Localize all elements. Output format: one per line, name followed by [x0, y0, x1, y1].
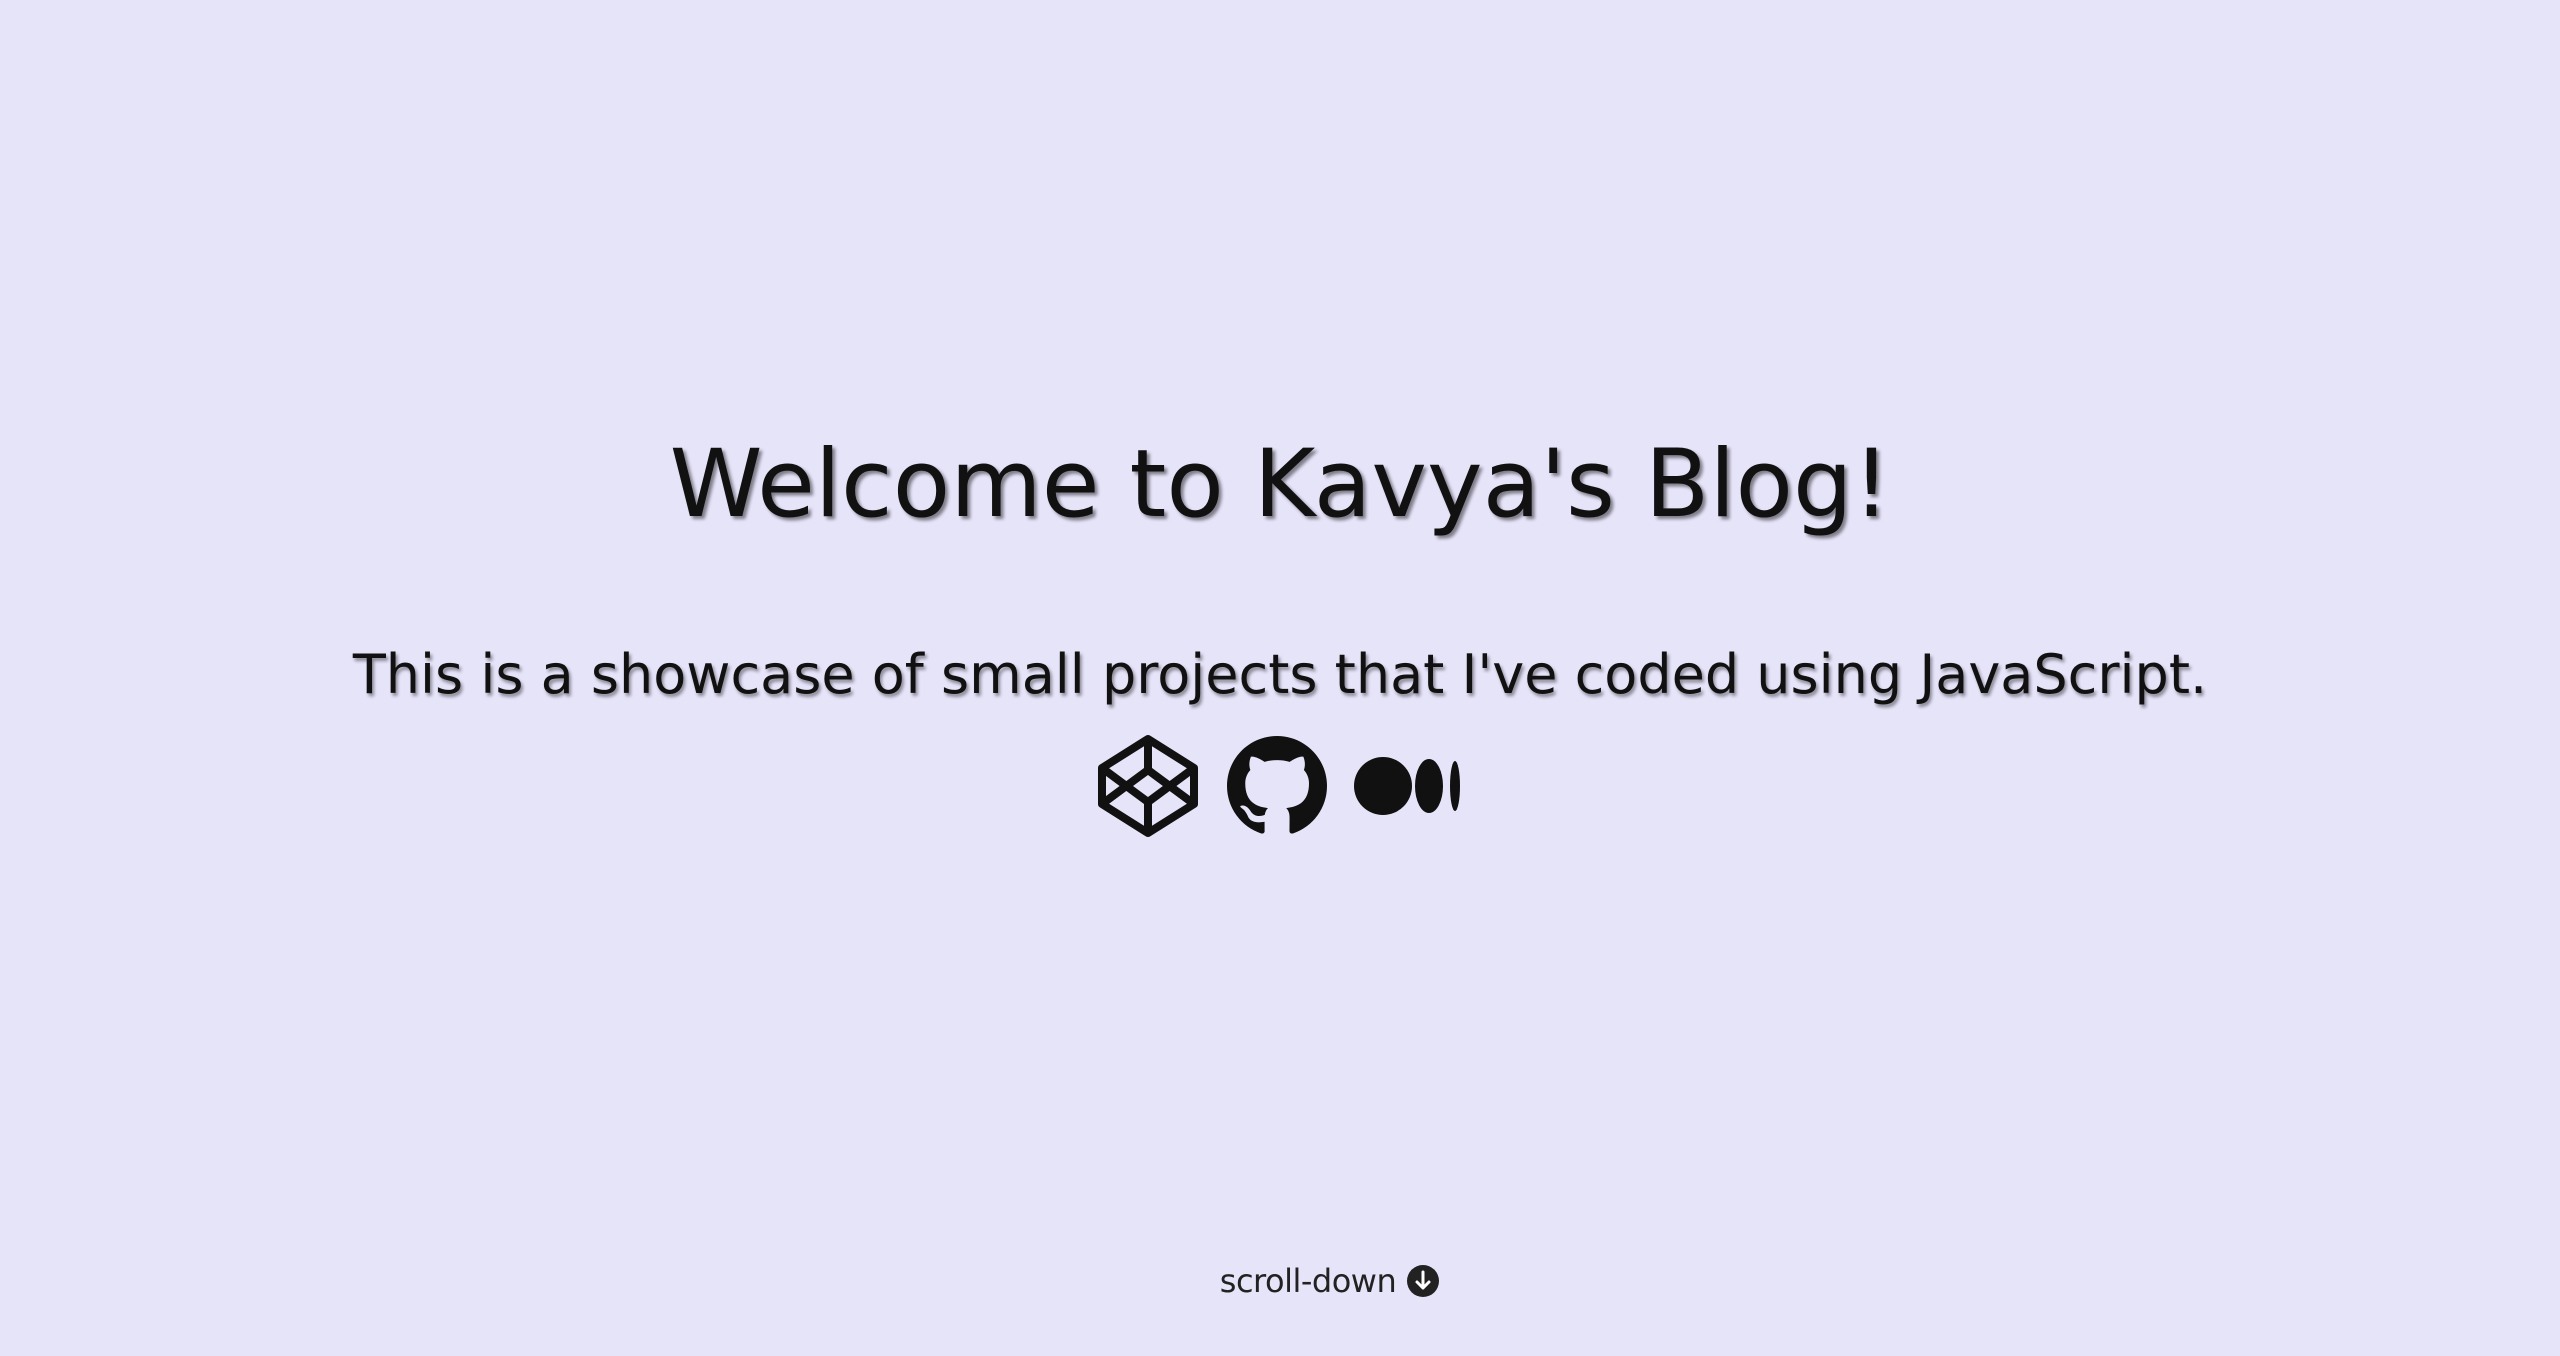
- arrow-down-circle-icon: [1406, 1264, 1440, 1298]
- codepen-link[interactable]: [1095, 733, 1201, 839]
- page-subtitle: This is a showcase of small projects tha…: [352, 643, 2208, 706]
- page: Welcome to Kavya's Blog! This is a showc…: [0, 0, 2560, 1356]
- page-title: Welcome to Kavya's Blog!: [669, 430, 1891, 539]
- codepen-icon: [1098, 735, 1198, 837]
- github-icon: [1227, 736, 1327, 834]
- medium-icon: [1354, 757, 1460, 815]
- social-links: [0, 733, 2560, 839]
- github-link[interactable]: [1227, 736, 1327, 836]
- medium-link[interactable]: [1353, 754, 1465, 818]
- scroll-down-button[interactable]: scroll-down: [0, 1262, 2560, 1300]
- scroll-down-label: scroll-down: [1219, 1262, 1397, 1300]
